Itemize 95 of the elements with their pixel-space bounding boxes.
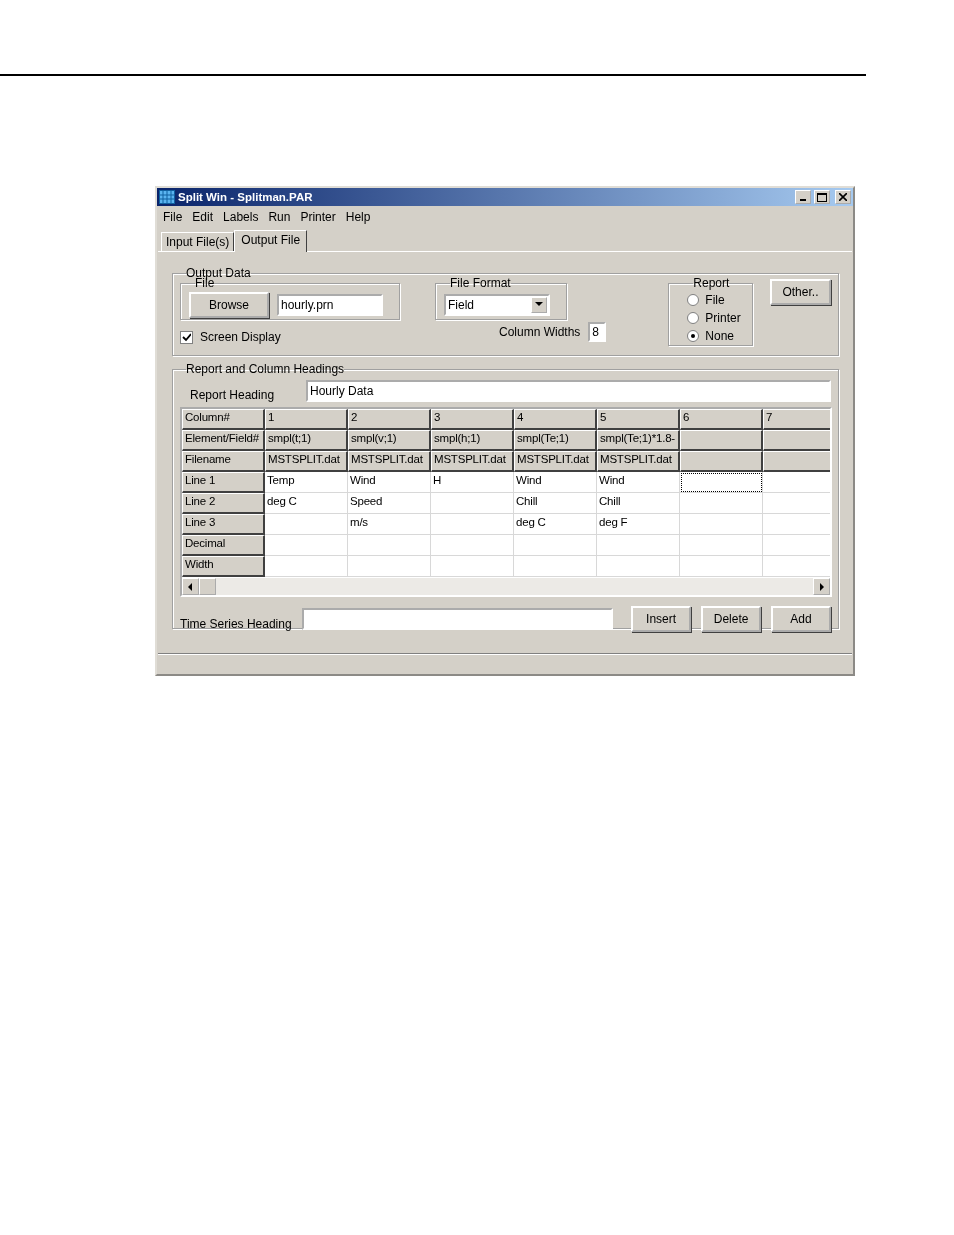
- header-cell: MSTSPLIT.dat: [514, 451, 597, 472]
- menu-item[interactable]: Edit: [188, 209, 220, 225]
- header-cell: smpl(v;1): [348, 430, 431, 451]
- time-series-field[interactable]: [301, 608, 614, 630]
- tab[interactable]: Output File: [234, 230, 308, 252]
- grid-cell[interactable]: Wind: [597, 472, 680, 493]
- grid-cell[interactable]: [597, 535, 680, 556]
- grid-cell[interactable]: H: [431, 472, 514, 493]
- grid-cell[interactable]: Temp: [265, 472, 348, 493]
- grid-cell[interactable]: Wind: [514, 472, 597, 493]
- grid-cell[interactable]: [680, 514, 763, 535]
- header-cell: 1: [265, 409, 348, 430]
- grid-app-icon: [159, 190, 175, 204]
- radio-label: File: [705, 292, 725, 307]
- radio-button[interactable]: [687, 293, 700, 306]
- menu-item[interactable]: Help: [341, 209, 377, 225]
- menu-item[interactable]: Printer: [296, 209, 342, 225]
- grid-cell[interactable]: [348, 535, 431, 556]
- radio-label: None: [705, 328, 735, 343]
- grid-cell[interactable]: [265, 514, 348, 535]
- grid-cell[interactable]: deg C: [514, 514, 597, 535]
- grid-cell[interactable]: deg C: [265, 493, 348, 514]
- checkbox[interactable]: [180, 330, 193, 344]
- radio-button[interactable]: [687, 311, 700, 324]
- grid-cell[interactable]: [431, 535, 514, 556]
- menu-item[interactable]: File: [159, 209, 189, 225]
- minimize-button[interactable]: [795, 190, 811, 204]
- grid-cell[interactable]: Wind: [348, 472, 431, 493]
- grid-cell[interactable]: [514, 535, 597, 556]
- header-cell: 7: [763, 409, 830, 430]
- row-header: Line 3: [182, 514, 265, 535]
- browse-button[interactable]: Browse: [189, 291, 269, 318]
- grid-cell[interactable]: [680, 472, 763, 493]
- row-header: Line 2: [182, 493, 265, 514]
- row-header: Column#: [182, 409, 265, 430]
- row-header: Element/Field#: [182, 430, 265, 451]
- row-header: Line 1: [182, 472, 265, 493]
- close-button[interactable]: [835, 190, 851, 204]
- grid-action-button[interactable]: Add: [771, 606, 831, 632]
- window-title: Split Win - Splitman.PAR: [178, 191, 314, 203]
- radio-button[interactable]: [687, 329, 700, 342]
- header-cell: MSTSPLIT.dat: [265, 451, 348, 472]
- checkbox-label: Screen Display: [200, 330, 281, 344]
- right-arrow-icon: [819, 582, 824, 591]
- left-arrow-icon: [188, 582, 193, 591]
- filename-field[interactable]: hourly.prn: [277, 293, 383, 316]
- grid-cell[interactable]: [431, 514, 514, 535]
- header-cell: smpl(t;1): [265, 430, 348, 451]
- menu-item[interactable]: Labels: [219, 209, 265, 225]
- report-heading-field[interactable]: Hourly Data: [306, 380, 831, 402]
- header-cell: MSTSPLIT.dat: [431, 451, 514, 472]
- grid-action-button[interactable]: Delete: [701, 606, 762, 632]
- header-cell: smpl(h;1): [431, 430, 514, 451]
- group-title: Output Data: [186, 266, 251, 280]
- grid-action-button[interactable]: Insert: [631, 606, 692, 632]
- group-title: Report: [693, 276, 730, 290]
- header-cell: 5: [597, 409, 680, 430]
- field-label: Time Series Heading: [180, 616, 293, 631]
- header-cell: MSTSPLIT.dat: [348, 451, 431, 472]
- grid-cell[interactable]: Chill: [597, 493, 680, 514]
- menu-item[interactable]: Run: [264, 209, 297, 225]
- format-dropdown[interactable]: Field: [444, 293, 550, 316]
- header-cell: 6: [680, 409, 763, 430]
- grid-cell[interactable]: m/s: [348, 514, 431, 535]
- header-cell: 4: [514, 409, 597, 430]
- header-cell: smpl(Te;1)*1.8-: [597, 430, 680, 451]
- grid-cell[interactable]: [431, 493, 514, 514]
- scroll-right-button[interactable]: [813, 578, 830, 595]
- dropdown-arrow-icon: [535, 302, 543, 307]
- column-widths-field[interactable]: 8: [588, 322, 607, 342]
- header-cell: 2: [348, 409, 431, 430]
- radio-label: Printer: [705, 310, 741, 325]
- grid-cell[interactable]: [680, 535, 763, 556]
- row-header: Decimal: [182, 535, 265, 556]
- grid-cell[interactable]: Speed: [348, 493, 431, 514]
- close-icon: [839, 193, 847, 201]
- header-cell: 3: [431, 409, 514, 430]
- group-title: File Format: [450, 276, 511, 290]
- row-header: Width: [182, 556, 265, 577]
- header-cell: smpl(Te;1): [514, 430, 597, 451]
- scroll-left-button[interactable]: [182, 578, 199, 595]
- header-cell: MSTSPLIT.dat: [597, 451, 680, 472]
- field-label: Report Heading: [189, 388, 276, 402]
- other-button[interactable]: Other..: [769, 279, 831, 305]
- group-title: Report and Column Headings: [186, 362, 345, 376]
- grid-cell[interactable]: [680, 493, 763, 514]
- grid-cell[interactable]: [265, 535, 348, 556]
- maximize-button[interactable]: [814, 190, 830, 204]
- scrollbar-thumb[interactable]: [199, 578, 216, 595]
- tab[interactable]: Input File(s): [161, 232, 235, 251]
- field-label: Column Widths: [499, 325, 581, 339]
- maximize-icon: [817, 192, 827, 202]
- grid-cell[interactable]: deg F: [597, 514, 680, 535]
- grid-cell[interactable]: Chill: [514, 493, 597, 514]
- row-header: Filename: [182, 451, 265, 472]
